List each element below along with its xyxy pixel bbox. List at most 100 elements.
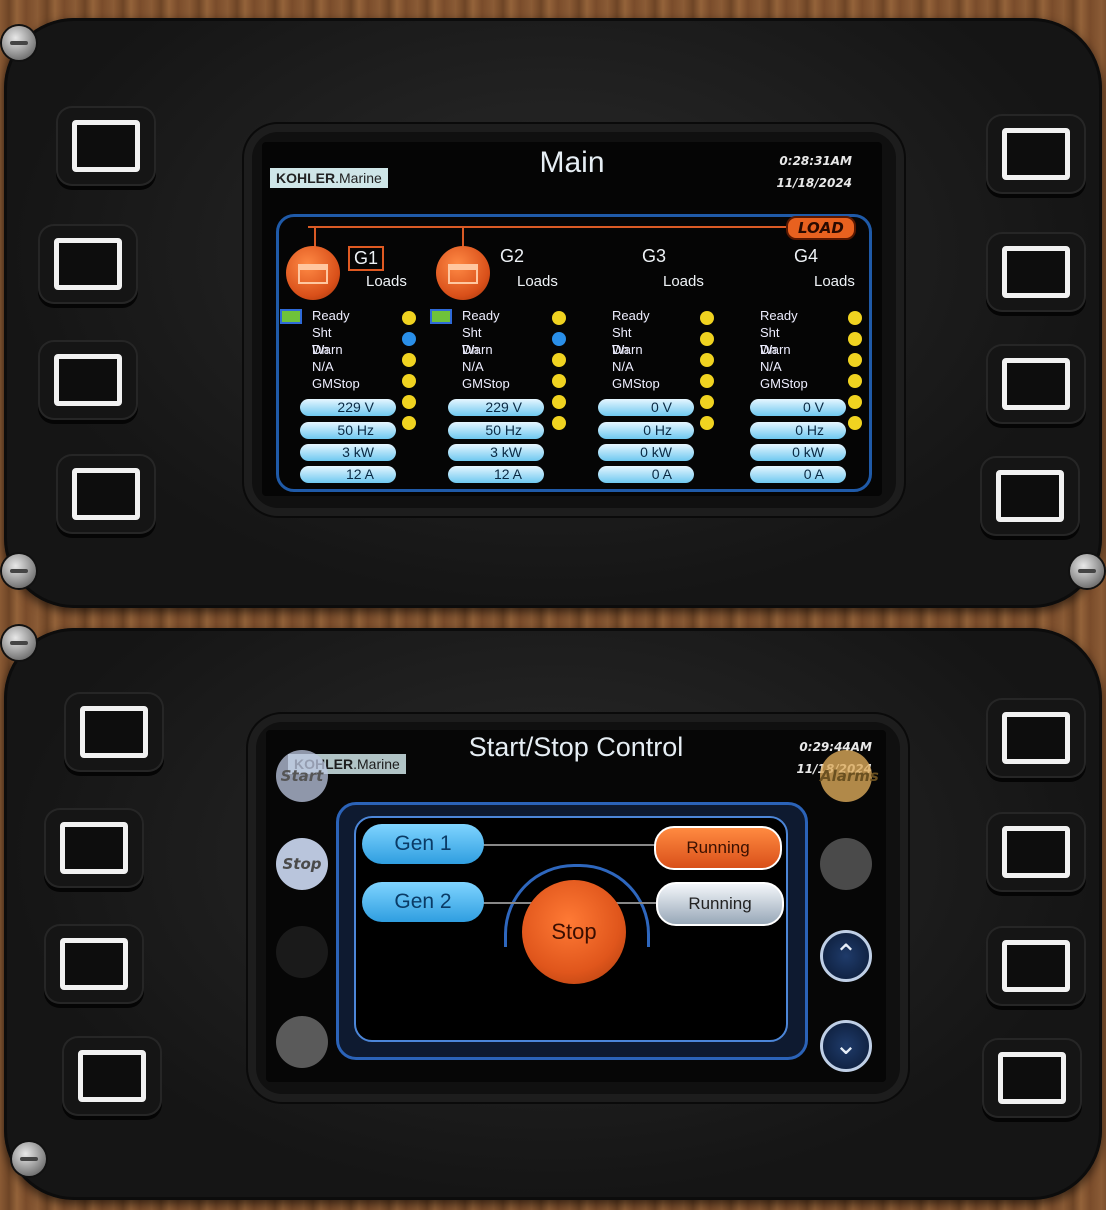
g4-frequency-readout: 0 Hz <box>750 422 846 439</box>
gen-g2-label[interactable]: G2 <box>500 246 524 267</box>
indicator-dot <box>700 353 714 367</box>
load-bus-line <box>308 226 798 228</box>
status-gmstop: GMStop <box>462 376 510 391</box>
g3-current-readout: 0 A <box>598 466 694 483</box>
soft-key-left-1[interactable] <box>64 692 164 772</box>
soft-key-right-1[interactable] <box>986 114 1086 194</box>
alarms-button[interactable]: Alarms <box>820 750 879 802</box>
soft-key-left-3[interactable] <box>44 924 144 1004</box>
gen-g3-label[interactable]: G3 <box>642 246 666 267</box>
g3-power-readout: 0 kW <box>598 444 694 461</box>
soft-key-left-2[interactable] <box>38 224 138 304</box>
loads-label: Loads <box>517 273 558 290</box>
soft-key-right-2[interactable] <box>986 812 1086 892</box>
g3-voltage-readout: 0 V <box>598 399 694 416</box>
indicator-dot <box>552 374 566 388</box>
indicator-dot <box>402 311 416 325</box>
soft-key-left-1[interactable] <box>56 106 156 186</box>
g1-voltage-readout: 229 V <box>300 399 396 416</box>
status-warn: Warn <box>312 342 343 357</box>
screw-icon <box>1070 554 1104 588</box>
gen2-status-badge: Running <box>656 882 784 926</box>
stop-button[interactable]: Stop <box>522 880 626 984</box>
g2-power-readout: 3 kW <box>448 444 544 461</box>
indicator-dot <box>402 395 416 409</box>
status-warn: Warn <box>612 342 643 357</box>
start-stop-screen: KOHLER.Marine Start/Stop Control 0:29:44… <box>266 730 886 1082</box>
status-na: N/A <box>612 359 634 374</box>
soft-key-right-1[interactable] <box>986 698 1086 778</box>
screw-icon <box>2 554 36 588</box>
indicator-dot <box>552 311 566 325</box>
status-na: N/A <box>760 359 782 374</box>
soft-key-left-2[interactable] <box>44 808 144 888</box>
g1-current-readout: 12 A <box>300 466 396 483</box>
load-badge: LOAD <box>786 216 856 240</box>
blank-side-button[interactable] <box>820 838 872 890</box>
gen-g1-label[interactable]: G1 <box>348 246 385 271</box>
indicator-dot <box>700 374 714 388</box>
clock: 0:28:31AM 11/18/2024 <box>776 150 852 194</box>
status-gmstop: GMStop <box>312 376 360 391</box>
g4-current-readout: 0 A <box>750 466 846 483</box>
chevron-down-icon[interactable]: ⌄ <box>820 1020 872 1072</box>
indicator-dot <box>848 353 862 367</box>
indicator-dot <box>848 311 862 325</box>
indicator-dot <box>848 374 862 388</box>
g4-power-readout: 0 kW <box>750 444 846 461</box>
indicator-dot <box>700 395 714 409</box>
soft-key-left-4[interactable] <box>62 1036 162 1116</box>
loads-label: Loads <box>663 273 704 290</box>
indicator-dot <box>552 395 566 409</box>
gen1-connector-line <box>482 844 658 846</box>
soft-key-right-4[interactable] <box>982 1038 1082 1118</box>
soft-key-right-3[interactable] <box>986 344 1086 424</box>
generator-g2-icon[interactable] <box>436 246 490 300</box>
status-ready: Ready <box>612 308 650 323</box>
status-ready: Ready <box>312 308 350 323</box>
date-display: 11/18/2024 <box>776 176 852 190</box>
page-title: Start/Stop Control <box>468 732 684 762</box>
status-warn: Warn <box>462 342 493 357</box>
status-ready: Ready <box>462 308 500 323</box>
soft-key-right-4[interactable] <box>980 456 1080 536</box>
g3-frequency-readout: 0 Hz <box>598 422 694 439</box>
indicator-dot <box>700 416 714 430</box>
gen1-status-badge: Running <box>654 826 782 870</box>
gen1-button[interactable]: Gen 1 <box>362 824 484 864</box>
indicator-dot <box>402 416 416 430</box>
start-button[interactable]: Start <box>276 750 328 802</box>
blank-side-button[interactable] <box>276 926 328 978</box>
indicator-dot <box>552 416 566 430</box>
blank-side-button[interactable] <box>276 1016 328 1068</box>
loads-label: Loads <box>814 273 855 290</box>
soft-key-left-3[interactable] <box>38 340 138 420</box>
g1-frequency-readout: 50 Hz <box>300 422 396 439</box>
g2-frequency-readout: 50 Hz <box>448 422 544 439</box>
time-display: 0:28:31AM <box>779 154 852 168</box>
indicator-dot <box>552 332 566 346</box>
indicator-dot <box>700 311 714 325</box>
soft-key-right-2[interactable] <box>986 232 1086 312</box>
stop-side-button[interactable]: Stop <box>276 838 328 890</box>
indicator-dot <box>848 416 862 430</box>
status-gmstop: GMStop <box>612 376 660 391</box>
g2-voltage-readout: 229 V <box>448 399 544 416</box>
status-na: N/A <box>462 359 484 374</box>
g1-power-readout: 3 kW <box>300 444 396 461</box>
indicator-dot <box>848 395 862 409</box>
g4-voltage-readout: 0 V <box>750 399 846 416</box>
screw-icon <box>2 626 36 660</box>
gen2-button[interactable]: Gen 2 <box>362 882 484 922</box>
screw-icon <box>12 1142 46 1176</box>
gen-g4-label[interactable]: G4 <box>794 246 818 267</box>
chevron-up-icon[interactable]: ⌃ <box>820 930 872 982</box>
soft-key-left-4[interactable] <box>56 454 156 534</box>
generator-g1-icon[interactable] <box>286 246 340 300</box>
status-na: N/A <box>312 359 334 374</box>
main-screen: KOHLER.Marine Main 0:28:31AM 11/18/2024 … <box>262 142 882 496</box>
loads-label: Loads <box>366 273 407 290</box>
indicator-dot <box>848 332 862 346</box>
soft-key-right-3[interactable] <box>986 926 1086 1006</box>
g2-current-readout: 12 A <box>448 466 544 483</box>
